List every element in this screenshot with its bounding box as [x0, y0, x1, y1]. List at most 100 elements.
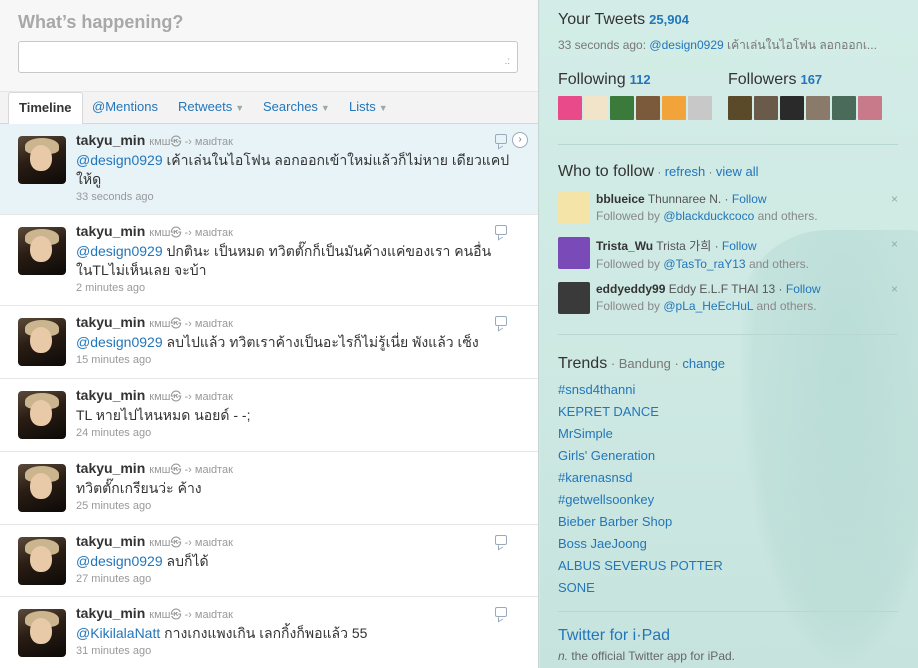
followers-label[interactable]: Followers	[728, 71, 796, 88]
following-label[interactable]: Following	[558, 71, 626, 88]
ipad-promo-title[interactable]: Twitter for i·Pad	[558, 627, 898, 645]
close-icon[interactable]: ×	[891, 282, 898, 296]
your-tweets-count[interactable]: 25,904	[649, 12, 689, 27]
stream-tabs: Timeline @Mentions Retweets ▼ Searches ▼ L…	[0, 92, 538, 125]
tweet-fullname: кмш㉿ -› маιdтак	[149, 318, 233, 330]
tweet-username[interactable]: takyu_min	[76, 132, 145, 148]
reply-icon[interactable]	[495, 607, 507, 617]
user-avatar[interactable]	[728, 96, 752, 120]
reply-icon[interactable]	[495, 134, 507, 144]
avatar[interactable]	[558, 192, 590, 224]
tweet-mention[interactable]: @design0929	[76, 553, 163, 569]
tweet-item[interactable]: takyu_min кмш㉿ -› маιdтак @design0929 ปกต…	[0, 215, 538, 306]
tweet-timestamp[interactable]: 27 minutes ago	[76, 573, 511, 585]
tweet-item[interactable]: takyu_min кмш㉿ -› маιdтак @KikilalaNatt ก…	[0, 597, 538, 668]
trend-list: #snsd4thanni KEPRET DANCE MrSimple Girls…	[558, 379, 898, 599]
tweet-username[interactable]: takyu_min	[76, 460, 145, 476]
tweet-username[interactable]: takyu_min	[76, 387, 145, 403]
divider	[558, 611, 898, 612]
tweet-input[interactable]: .:	[18, 41, 518, 73]
user-avatar[interactable]	[806, 96, 830, 120]
user-avatar[interactable]	[780, 96, 804, 120]
user-avatar[interactable]	[610, 96, 634, 120]
expand-arrow-icon[interactable]: ›	[512, 132, 528, 148]
suggestion-username[interactable]: bblueice	[596, 192, 645, 206]
tweet-username[interactable]: takyu_min	[76, 605, 145, 621]
trend-item[interactable]: SONE	[558, 577, 898, 599]
chevron-down-icon: ▼	[378, 103, 388, 113]
user-avatar[interactable]	[754, 96, 778, 120]
trend-item[interactable]: MrSimple	[558, 423, 898, 445]
suggestion-username[interactable]: eddyeddy99	[596, 282, 665, 296]
tweet-timestamp[interactable]: 15 minutes ago	[76, 354, 511, 366]
user-avatar[interactable]	[832, 96, 856, 120]
follow-button[interactable]: Follow	[786, 282, 821, 296]
tab-lists[interactable]: Lists ▼	[349, 92, 388, 124]
tweet-mention[interactable]: @design0929	[76, 334, 163, 350]
tweet-mention[interactable]: @KikilalaNatt	[76, 625, 160, 641]
avatar[interactable]	[18, 318, 66, 366]
tweet-item[interactable]: takyu_min кмш㉿ -› маιdтак @design0929 ลบก…	[0, 525, 538, 597]
suggestion-username[interactable]: Trista_Wu	[596, 239, 653, 253]
trend-item[interactable]: Boss JaeJoong	[558, 533, 898, 555]
tab-retweets[interactable]: Retweets ▼	[178, 92, 244, 124]
avatar[interactable]	[18, 609, 66, 657]
change-location-link[interactable]: change	[682, 356, 725, 371]
tweet-item[interactable]: takyu_min кмш㉿ -› маιdтак @design0929 เค้…	[0, 124, 538, 215]
tweet-item[interactable]: takyu_min кмш㉿ -› маιdтак ทวิตตั๊กเกรียนว…	[0, 452, 538, 525]
user-avatar[interactable]	[858, 96, 882, 120]
avatar[interactable]	[18, 136, 66, 184]
avatar[interactable]	[18, 227, 66, 275]
trend-item[interactable]: #getwellsoonkey	[558, 489, 898, 511]
reply-icon[interactable]	[495, 316, 507, 326]
followers-count[interactable]: 167	[800, 72, 822, 87]
tweet-item[interactable]: takyu_min кмш㉿ -› маιdтак TL หายไปไหนหมด …	[0, 379, 538, 452]
followers-section: Followers 167	[728, 71, 898, 120]
tweet-mention[interactable]: @design0929	[76, 243, 163, 259]
user-avatar[interactable]	[636, 96, 660, 120]
avatar[interactable]	[18, 464, 66, 512]
avatar[interactable]	[558, 237, 590, 269]
tweet-item[interactable]: takyu_min кмш㉿ -› маιdтак @design0929 ลบไ…	[0, 306, 538, 379]
tweet-username[interactable]: takyu_min	[76, 223, 145, 239]
tweet-timestamp[interactable]: 25 minutes ago	[76, 500, 511, 512]
tab-timeline[interactable]: Timeline	[8, 92, 83, 125]
tweet-timestamp[interactable]: 33 seconds ago	[76, 191, 511, 203]
tweet-timestamp[interactable]: 31 minutes ago	[76, 645, 511, 657]
user-avatar[interactable]	[558, 96, 582, 120]
tweet-mention[interactable]: @design0929	[76, 152, 163, 168]
tweet-text: ทวิตตั๊กเกรียนว่ะ ค้าง	[76, 480, 202, 496]
tweet-username[interactable]: takyu_min	[76, 314, 145, 330]
avatar[interactable]	[18, 391, 66, 439]
following-count[interactable]: 112	[630, 72, 651, 87]
latest-tweet-preview: 33 seconds ago: @design0929 เค้าเล่นในไอ…	[558, 38, 877, 52]
close-icon[interactable]: ×	[891, 237, 898, 251]
your-tweets-label[interactable]: Your Tweets	[558, 11, 645, 28]
trend-item[interactable]: Bieber Barber Shop	[558, 511, 898, 533]
user-avatar[interactable]	[688, 96, 712, 120]
avatar[interactable]	[18, 537, 66, 585]
reply-icon[interactable]	[495, 225, 507, 235]
user-avatar[interactable]	[584, 96, 608, 120]
close-icon[interactable]: ×	[891, 192, 898, 206]
follow-button[interactable]: Follow	[722, 239, 757, 253]
tab-mentions[interactable]: @Mentions	[92, 92, 158, 124]
reply-icon[interactable]	[495, 535, 507, 545]
tab-searches[interactable]: Searches ▼	[263, 92, 330, 124]
tweet-fullname: кмш㉿ -› маιdтак	[149, 391, 233, 403]
tweet-username[interactable]: takyu_min	[76, 533, 145, 549]
tweet-timestamp[interactable]: 24 minutes ago	[76, 427, 511, 439]
user-avatar[interactable]	[662, 96, 686, 120]
trend-item[interactable]: #snsd4thanni	[558, 379, 898, 401]
avatar[interactable]	[558, 282, 590, 314]
trend-item[interactable]: KEPRET DANCE	[558, 401, 898, 423]
follow-button[interactable]: Follow	[732, 192, 767, 206]
view-all-link[interactable]: view all	[716, 164, 759, 179]
resize-grip-icon[interactable]: .:	[504, 56, 510, 67]
tweet-text: @KikilalaNatt กางเกงแพงเกิน เลกกิ้งก็พอแ…	[76, 625, 368, 641]
trend-item[interactable]: ALBUS SEVERUS POTTER	[558, 555, 898, 577]
refresh-link[interactable]: refresh	[665, 164, 705, 179]
tweet-timestamp[interactable]: 2 minutes ago	[76, 282, 511, 294]
trend-item[interactable]: Girls' Generation	[558, 445, 898, 467]
trend-item[interactable]: #karenasnsd	[558, 467, 898, 489]
